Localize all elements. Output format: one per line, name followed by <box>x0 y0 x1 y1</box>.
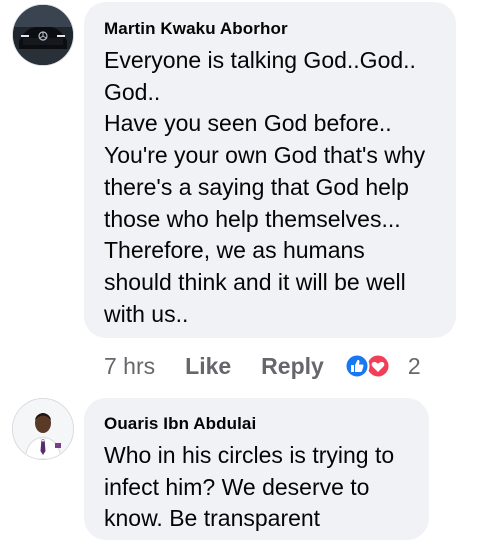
car-photo-icon <box>13 5 73 65</box>
comment-actions: 7 hrs Like Reply 2 <box>104 350 421 382</box>
comment-line: know. Be transparent <box>104 505 321 532</box>
comment-line: God.. <box>104 78 161 105</box>
comment-body: Who in his circles is trying to infect h… <box>104 440 429 535</box>
like-button[interactable]: Like <box>185 353 231 380</box>
comment-bubble: Martin Kwaku Aborhor Everyone is talking… <box>84 2 456 338</box>
reply-button[interactable]: Reply <box>261 353 324 380</box>
comment-body: Everyone is talking God..God.. God.. Hav… <box>104 45 456 330</box>
comment-line: Therefore, we as humans <box>104 237 365 264</box>
comment-author[interactable]: Ouaris Ibn Abdulai <box>104 414 429 434</box>
reactions-summary[interactable]: 2 <box>344 353 421 380</box>
comment-author[interactable]: Martin Kwaku Aborhor <box>104 19 456 39</box>
like-reaction-icon <box>344 353 370 379</box>
comment-line: Everyone is talking God..God.. <box>104 47 416 73</box>
comment-line: Have you seen God before.. <box>104 110 392 137</box>
commenter-avatar[interactable] <box>12 398 74 460</box>
comment-timestamp[interactable]: 7 hrs <box>104 353 155 380</box>
comment-line: Who in his circles is trying to <box>104 442 395 468</box>
comment-line: infect him? We deserve to <box>104 473 370 500</box>
comment-bubble: Ouaris Ibn Abdulai Who in his circles is… <box>84 398 429 540</box>
comment-line: You're your own God that's why <box>104 142 426 169</box>
comment-line: should think and it will be well <box>104 268 406 295</box>
comment-line: with us.. <box>104 300 189 327</box>
comment-line: those who help themselves... <box>104 205 401 232</box>
person-photo-icon <box>13 399 73 459</box>
commenter-avatar[interactable] <box>12 4 74 66</box>
reaction-count: 2 <box>407 352 421 379</box>
love-reaction-icon <box>365 353 391 379</box>
comment-line: there's a saying that God help <box>104 173 409 200</box>
